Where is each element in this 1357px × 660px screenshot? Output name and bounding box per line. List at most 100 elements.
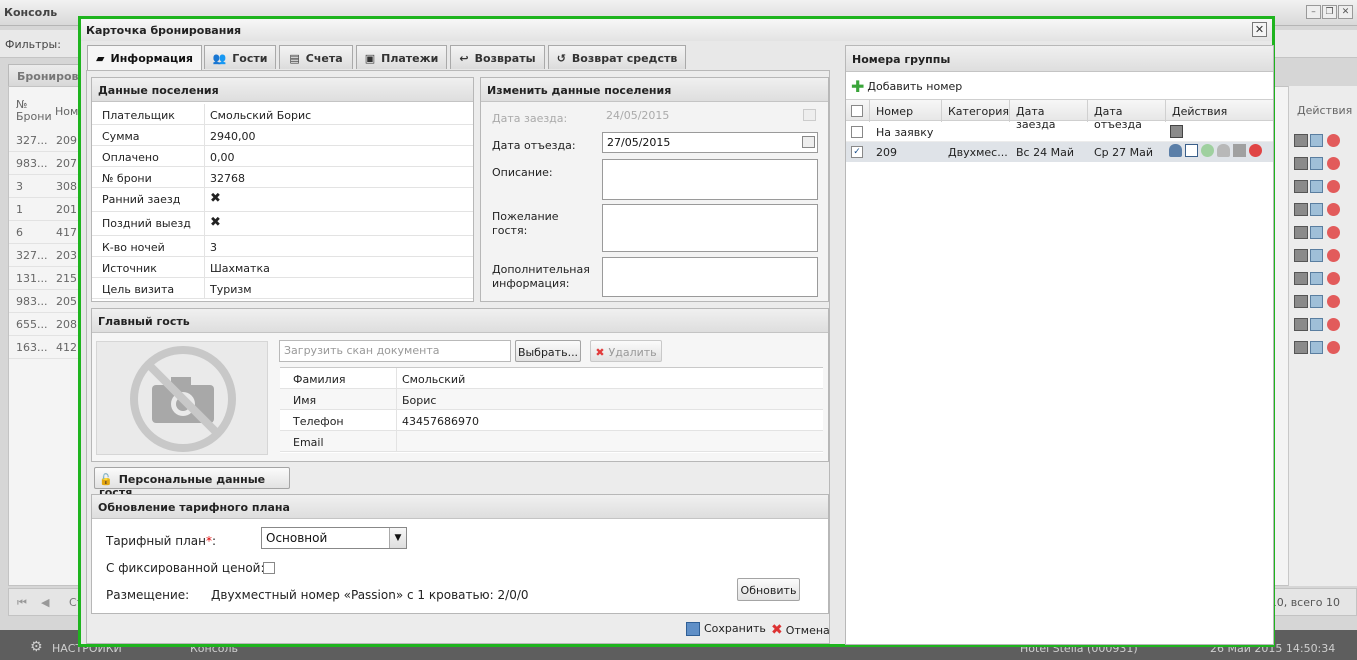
pager-summary: 10, всего 10 xyxy=(1269,596,1340,609)
row-room-no: 308 xyxy=(56,180,77,193)
print-icon[interactable] xyxy=(1294,341,1308,354)
list-icon[interactable] xyxy=(1185,144,1198,157)
tab-invoices-label: Счета xyxy=(305,52,343,65)
tab-bookings[interactable]: Бронирова xyxy=(8,64,86,86)
restore-icon[interactable]: ❐ xyxy=(1322,5,1337,19)
edit-icon[interactable] xyxy=(1310,341,1323,354)
checkout-field[interactable]: 27/05/2015 xyxy=(602,132,818,153)
delete-icon[interactable] xyxy=(1327,226,1340,239)
placement-value: Двухместный номер «Passion» с 1 кроватью… xyxy=(211,588,529,602)
wish-label-line2: гостя: xyxy=(492,224,528,237)
select-all-cell xyxy=(846,100,870,122)
chevron-down-icon[interactable]: ▼ xyxy=(389,528,406,548)
print-icon[interactable] xyxy=(1294,295,1308,308)
check-icon[interactable] xyxy=(1201,144,1214,157)
choose-file-button[interactable]: Выбрать... xyxy=(515,340,581,362)
tariff-plan-select[interactable]: Основной ▼ xyxy=(261,527,407,549)
bookings-row[interactable]: 983... 207 xyxy=(9,152,79,175)
extra-info-textarea[interactable] xyxy=(602,257,818,297)
tab-refunds[interactable]: ↺ Возврат средств xyxy=(548,45,686,69)
bookings-row[interactable]: 327... 209 xyxy=(9,129,79,152)
upload-scan-input[interactable]: Загрузить скан документа xyxy=(279,340,511,362)
bookings-row[interactable]: 131... 215 xyxy=(9,267,79,290)
stay-row-value: Смольский Борис xyxy=(210,109,312,122)
personal-data-button[interactable]: 🔓 Персональные данные гостя xyxy=(94,467,290,499)
guest-disabled-icon[interactable] xyxy=(1217,144,1230,157)
delete-scan-button[interactable]: ✖ Удалить xyxy=(590,340,662,362)
stay-row: Плательщик Смольский Борис xyxy=(92,104,473,125)
print-icon[interactable] xyxy=(1294,134,1308,147)
delete-icon[interactable] xyxy=(1327,318,1340,331)
delete-icon[interactable] xyxy=(1327,249,1340,262)
bookings-row[interactable]: 3 308 xyxy=(9,175,79,198)
close-window-icon[interactable]: ✕ xyxy=(1338,5,1353,19)
actions-header: Действия xyxy=(1297,104,1353,117)
edit-icon[interactable] xyxy=(1310,226,1323,239)
edit-icon[interactable] xyxy=(1310,295,1323,308)
print-icon[interactable] xyxy=(1294,272,1308,285)
edit-icon[interactable] xyxy=(1310,203,1323,216)
guest-wish-textarea[interactable] xyxy=(602,204,818,252)
tab-invoices[interactable]: ▤ Счета xyxy=(279,45,353,69)
cancel-button[interactable]: ✖ Отмена xyxy=(771,622,830,642)
column-checkout[interactable]: Дата отъезда xyxy=(1088,100,1166,131)
description-textarea[interactable] xyxy=(602,159,818,200)
minimize-icon[interactable]: – xyxy=(1306,5,1321,19)
bookings-row[interactable]: 6 417 xyxy=(9,221,79,244)
edit-icon[interactable] xyxy=(1310,157,1323,170)
save-button[interactable]: Сохранить xyxy=(686,622,766,642)
print-icon[interactable] xyxy=(1294,318,1308,331)
upload-scan-placeholder: Загрузить скан документа xyxy=(284,344,440,357)
group-room-row[interactable]: На заявку xyxy=(846,122,1273,142)
row-checkbox[interactable]: ✓ xyxy=(851,146,863,158)
group-room-row[interactable]: ✓ 209 Двухмес... Вс 24 Май Ср 27 Май xyxy=(846,142,1273,162)
delete-icon[interactable] xyxy=(1327,203,1340,216)
calendar-icon[interactable] xyxy=(802,136,815,148)
delete-icon[interactable] xyxy=(1327,134,1340,147)
remove-icon[interactable] xyxy=(1249,144,1262,157)
exit-icon[interactable] xyxy=(1233,144,1246,157)
bookings-row[interactable]: 1 201 xyxy=(9,198,79,221)
tab-guests[interactable]: 👥 Гости xyxy=(204,45,276,69)
edit-icon[interactable] xyxy=(1310,318,1323,331)
edit-icon[interactable] xyxy=(1310,134,1323,147)
column-checkin[interactable]: Дата заезда xyxy=(1010,100,1088,131)
delete-icon[interactable] xyxy=(1327,295,1340,308)
print-icon[interactable] xyxy=(1294,180,1308,193)
print-icon[interactable] xyxy=(1294,203,1308,216)
close-icon[interactable]: ✕ xyxy=(1252,22,1267,37)
column-room[interactable]: Номер xyxy=(870,100,942,122)
bookings-row[interactable]: 327... 203 xyxy=(9,244,79,267)
update-tariff-button[interactable]: Обновить xyxy=(737,578,800,601)
add-room-button[interactable]: ✚ Добавить номер xyxy=(851,77,962,96)
group-rooms-title: Номера группы xyxy=(846,46,1273,72)
tab-payments[interactable]: ▣ Платежи xyxy=(356,45,447,69)
bookings-row[interactable]: 983... 205 xyxy=(9,290,79,313)
prev-page-icon[interactable]: ◀ xyxy=(41,596,49,609)
row-room-no: 215 xyxy=(56,272,77,285)
guest-details-table: Фамилия Смольский Имя Борис Телефон 434576869… xyxy=(280,367,823,453)
tab-information[interactable]: ▰ Информация xyxy=(87,45,202,70)
delete-icon[interactable] xyxy=(1327,272,1340,285)
edit-icon[interactable] xyxy=(1310,249,1323,262)
bookings-row[interactable]: 163... 412 xyxy=(9,336,79,359)
delete-icon[interactable] xyxy=(1327,341,1340,354)
print-icon[interactable] xyxy=(1294,249,1308,262)
row-booking-no: 1 xyxy=(16,203,23,216)
print-icon[interactable] xyxy=(1170,125,1183,138)
guest-icon[interactable] xyxy=(1169,144,1182,157)
fixed-price-checkbox[interactable] xyxy=(263,562,275,574)
print-icon[interactable] xyxy=(1294,157,1308,170)
bookings-row[interactable]: 655... 208 xyxy=(9,313,79,336)
delete-icon[interactable] xyxy=(1327,180,1340,193)
print-icon[interactable] xyxy=(1294,226,1308,239)
column-category[interactable]: Категория xyxy=(942,100,1010,122)
select-all-checkbox[interactable] xyxy=(851,105,863,117)
edit-icon[interactable] xyxy=(1310,180,1323,193)
row-checkbox[interactable] xyxy=(851,126,863,138)
delete-icon[interactable] xyxy=(1327,157,1340,170)
edit-icon[interactable] xyxy=(1310,272,1323,285)
group-rooms-header: Номер Категория Дата заезда Дата отъезда… xyxy=(846,99,1273,131)
tab-returns[interactable]: ↩ Возвраты xyxy=(450,45,545,69)
first-page-icon[interactable]: ⏮ xyxy=(17,596,27,610)
